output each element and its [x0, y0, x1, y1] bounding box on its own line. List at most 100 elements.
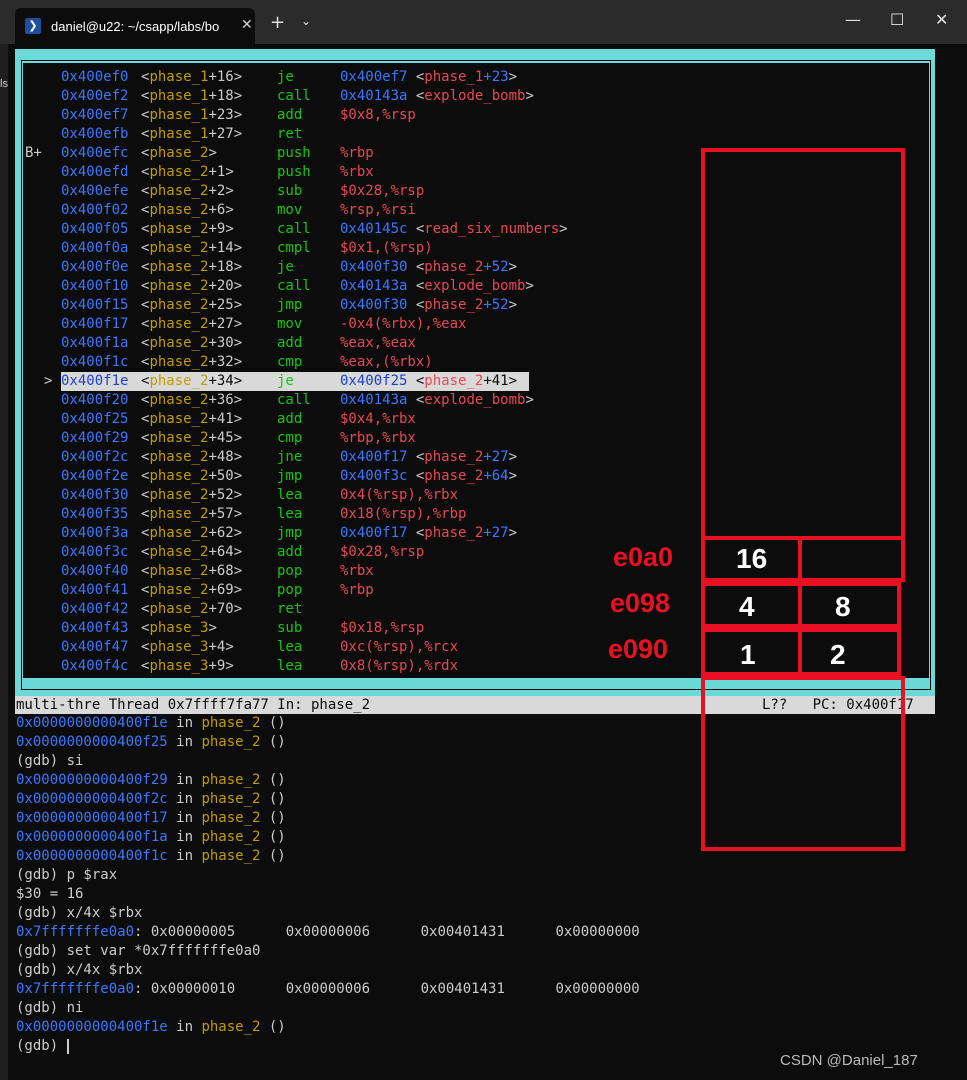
operands: $0x18,%rsp: [340, 619, 424, 638]
mnemonic: call: [277, 278, 311, 294]
asm-line[interactable]: 0x400f4c <phase_3+9> lea 0x8(%rsp),%rdx: [0, 657, 967, 676]
function-name: phase_3: [149, 658, 209, 674]
current-instruction-row[interactable]: >0x400f1e <phase_2+34> je 0x400f25 <phase_2…: [0, 372, 967, 391]
target-symbol: phase_2: [424, 449, 484, 465]
mnemonic: je: [277, 69, 294, 85]
function-name: phase_2: [149, 392, 209, 408]
asm-line[interactable]: 0x400ef2 <phase_1+18> call 0x40143a <explod…: [0, 87, 967, 106]
instruction-address: 0x400efe: [61, 183, 129, 199]
operand-text: $0x4,%rbx: [340, 411, 416, 427]
mnemonic: mov: [277, 316, 303, 332]
gdb-prompt-line[interactable]: (gdb): [16, 1037, 69, 1056]
target-symbol: phase_2: [424, 297, 484, 313]
chevron-down-icon[interactable]: ⌄: [301, 14, 311, 28]
asm-line[interactable]: 0x400f3a <phase_2+62> jmp 0x400f17 <phase_2…: [0, 524, 967, 543]
console-text: in: [167, 791, 202, 807]
asm-line[interactable]: 0x400ef0 <phase_1+16> je 0x400ef7 <phase_1+…: [0, 68, 967, 87]
asm-line[interactable]: 0x400f2e <phase_2+50> jmp 0x400f3c <phase_2…: [0, 467, 967, 486]
tab-close-icon[interactable]: ✕: [241, 17, 253, 33]
console-text: (): [260, 715, 286, 731]
asm-line[interactable]: 0x400f17 <phase_2+27> mov -0x4(%rbx),%eax: [0, 315, 967, 334]
asm-line[interactable]: 0x400f43 <phase_3> sub $0x18,%rsp: [0, 619, 967, 638]
operand-text: -0x4(%rbx),%eax: [340, 316, 467, 332]
console-text: (): [260, 772, 286, 788]
console-function: phase_2: [201, 791, 261, 807]
operand-text: %eax,%eax: [340, 335, 416, 351]
maximize-button[interactable]: ☐: [890, 10, 904, 29]
operands: 0x40145c <read_six_numbers>: [340, 221, 568, 237]
asm-line[interactable]: 0x400f30 <phase_2+52> lea 0x4(%rsp),%rbx: [0, 486, 967, 505]
asm-line[interactable]: 0x400f42 <phase_2+70> ret: [0, 600, 967, 619]
console-address: 0x0000000000400f25: [16, 734, 168, 750]
target-offset: +27: [483, 525, 509, 541]
offset: +64: [208, 544, 234, 560]
watermark: CSDN @Daniel_187: [780, 1052, 918, 1069]
asm-line[interactable]: 0x400f10 <phase_2+20> call 0x40143a <explod…: [0, 277, 967, 296]
asm-line[interactable]: 0x400f47 <phase_3+4> lea 0xc(%rsp),%rcx: [0, 638, 967, 657]
asm-line[interactable]: 0x400f41 <phase_2+69> pop %rbp: [0, 581, 967, 600]
asm-line[interactable]: 0x400f2c <phase_2+48> jne 0x400f17 <phase_2…: [0, 448, 967, 467]
close-window-button[interactable]: ✕: [935, 10, 948, 29]
asm-line[interactable]: 0x400f40 <phase_2+68> pop %rbx: [0, 562, 967, 581]
asm-line[interactable]: 0x400f1a <phase_2+30> add %eax,%eax: [0, 334, 967, 353]
console-address: 0x7fffffffe0a0: [16, 924, 135, 940]
asm-line[interactable]: 0x400f0a <phase_2+14> cmpl $0x1,(%rsp): [0, 239, 967, 258]
mnemonic: lea: [277, 658, 303, 674]
instruction-address: 0x400efb: [61, 126, 129, 142]
target-address: 0x400f25: [340, 373, 408, 389]
asm-line[interactable]: 0x400f25 <phase_2+41> add $0x4,%rbx: [0, 410, 967, 429]
target-offset: +52: [483, 297, 509, 313]
asm-line[interactable]: 0x400f02 <phase_2+6> mov %rsp,%rsi: [0, 201, 967, 220]
new-tab-button[interactable]: +: [270, 12, 285, 33]
offset: +1: [208, 164, 226, 180]
console-text: (gdb) ni: [16, 1000, 84, 1016]
mnemonic: add: [277, 411, 303, 427]
function-offset: <phase_2+70>: [141, 601, 243, 617]
function-offset: <phase_2+57>: [141, 506, 243, 522]
target-symbol: explode_bomb: [424, 88, 526, 104]
operand-text: 0x18(%rsp),%rbp: [340, 506, 467, 522]
asm-line[interactable]: 0x400efb <phase_1+27> ret: [0, 125, 967, 144]
operand-text: $0x18,%rsp: [340, 620, 425, 636]
function-offset: <phase_1+23>: [141, 107, 243, 123]
asm-line[interactable]: B+ 0x400efc <phase_2> push %rbp: [0, 144, 967, 163]
console-function: phase_2: [201, 772, 261, 788]
operands: 0x18(%rsp),%rbp: [340, 505, 466, 524]
console-line: 0x0000000000400f1c in phase_2 (): [16, 847, 286, 866]
asm-line[interactable]: 0x400ef7 <phase_1+23> add $0x8,%rsp: [0, 106, 967, 125]
operand-text: %rsp,%rsi: [340, 202, 416, 218]
asm-line[interactable]: 0x400f20 <phase_2+36> call 0x40143a <explod…: [0, 391, 967, 410]
asm-line[interactable]: 0x400efd <phase_2+1> push %rbx: [0, 163, 967, 182]
target-symbol: phase_1: [424, 69, 484, 85]
function-offset: <phase_2+69>: [141, 582, 243, 598]
target-symbol: read_six_numbers: [424, 221, 560, 237]
console-line: 0x0000000000400f17 in phase_2 (): [16, 809, 286, 828]
mnemonic: jne: [277, 449, 303, 465]
console-address: 0x0000000000400f1e: [16, 715, 168, 731]
offset: +9: [208, 221, 226, 237]
console-line: 0x7fffffffe0a0: 0x00000005 0x00000006 0x…: [16, 923, 640, 942]
function-offset: <phase_2+52>: [141, 487, 243, 503]
asm-line[interactable]: 0x400f0e <phase_2+18> je 0x400f30 <phase_2+…: [0, 258, 967, 277]
asm-line[interactable]: 0x400efe <phase_2+2> sub $0x28,%rsp: [0, 182, 967, 201]
function-name: phase_2: [149, 259, 209, 275]
asm-line[interactable]: 0x400f29 <phase_2+45> cmp %rbp,%rbx: [0, 429, 967, 448]
operands: %rbp: [340, 581, 374, 600]
asm-line[interactable]: 0x400f15 <phase_2+25> jmp 0x400f30 <phase_2…: [0, 296, 967, 315]
asm-line[interactable]: 0x400f05 <phase_2+9> call 0x40145c <read_si…: [0, 220, 967, 239]
mnemonic: sub: [277, 183, 303, 199]
minimize-button[interactable]: —: [845, 10, 861, 29]
terminal-tab[interactable]: ❯ daniel@u22: ~/csapp/labs/bo ✕: [15, 8, 255, 44]
asm-line[interactable]: 0x400f35 <phase_2+57> lea 0x18(%rsp),%rbp: [0, 505, 967, 524]
function-offset: <phase_2+9>: [141, 221, 234, 237]
function-name: phase_2: [149, 544, 209, 560]
function-name: phase_2: [149, 411, 209, 427]
function-name: phase_2: [149, 145, 209, 161]
asm-line[interactable]: 0x400f1c <phase_2+32> cmp %eax,(%rbx): [0, 353, 967, 372]
function-offset: <phase_1+27>: [141, 126, 243, 142]
function-name: phase_3: [149, 639, 209, 655]
mnemonic: ret: [277, 601, 303, 617]
asm-line[interactable]: 0x400f3c <phase_2+64> add $0x28,%rsp: [0, 543, 967, 562]
console-text: (gdb) x/4x $rbx: [16, 962, 143, 978]
function-name: phase_2: [149, 278, 209, 294]
